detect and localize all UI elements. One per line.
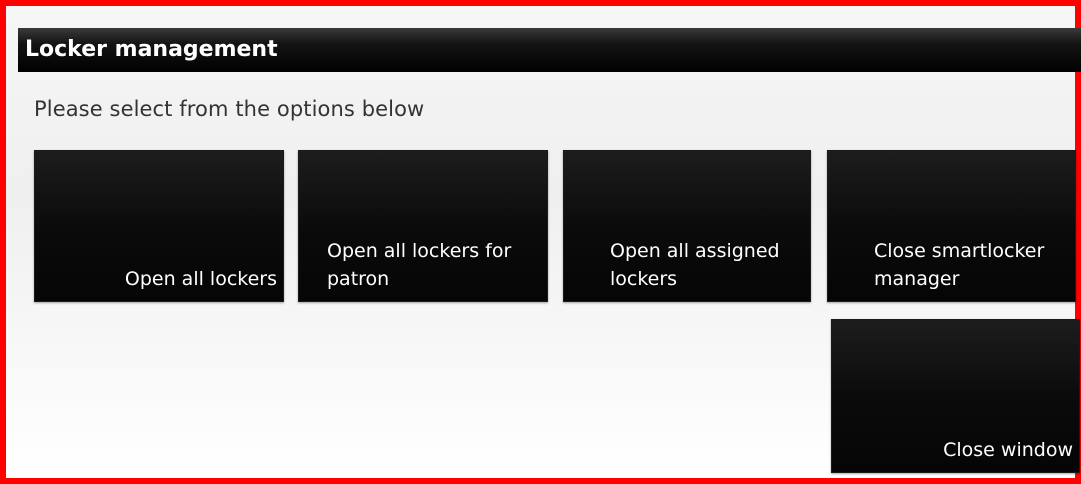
close-window-button[interactable]: Close window	[831, 319, 1080, 473]
window-titlebar: Locker management	[18, 28, 1081, 72]
open-all-lockers-button[interactable]: Open all lockers	[34, 150, 284, 302]
close-window-label: Close window	[943, 439, 1073, 461]
locker-management-window: Locker management Please select from the…	[0, 0, 1081, 484]
open-all-lockers-label: Open all lockers	[124, 268, 277, 290]
instruction-text: Please select from the options below	[34, 97, 425, 121]
open-all-assigned-lockers-button[interactable]: Open all assigned lockers	[563, 150, 811, 302]
open-all-lockers-for-patron-label: Open all lockers for patron	[327, 240, 512, 290]
open-all-assigned-lockers-label: Open all assigned lockers	[610, 240, 780, 290]
window-title: Locker management	[25, 37, 278, 62]
close-smartlocker-manager-button[interactable]: Close smartlocker manager	[827, 150, 1076, 302]
close-smartlocker-manager-label: Close smartlocker manager	[874, 240, 1045, 290]
open-all-lockers-for-patron-button[interactable]: Open all lockers for patron	[298, 150, 548, 302]
